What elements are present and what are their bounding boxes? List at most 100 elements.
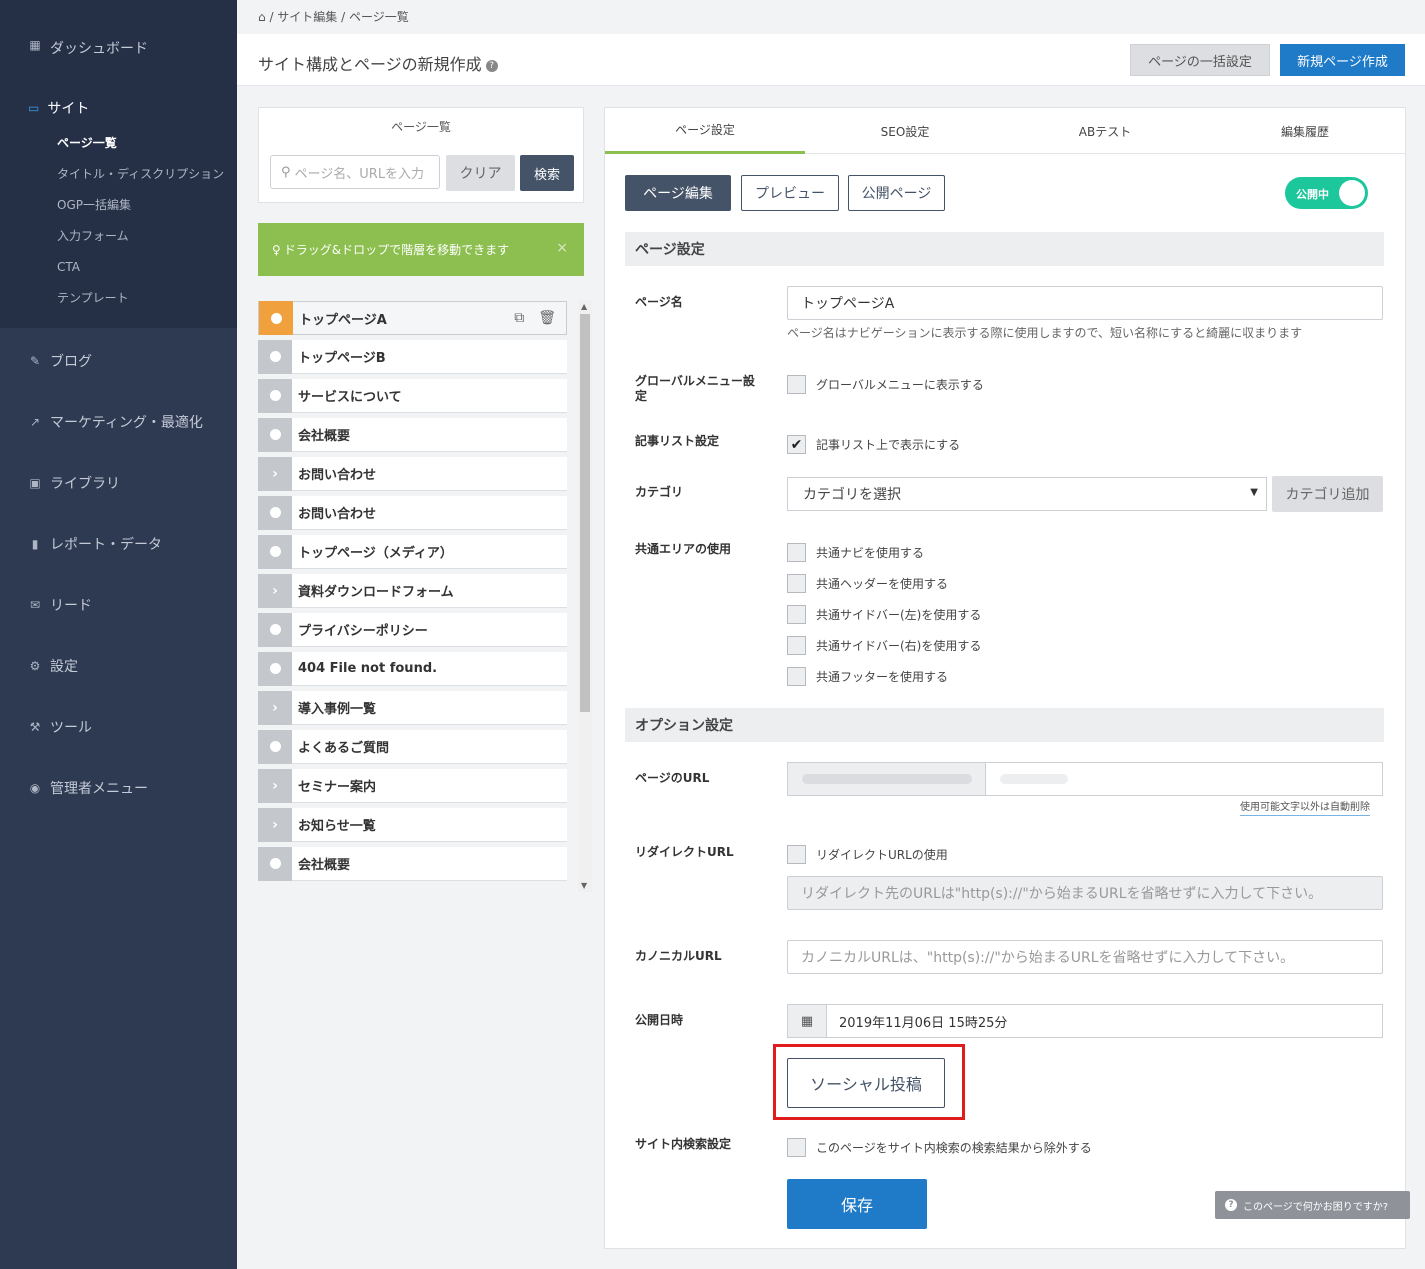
tree-row[interactable]: お問い合わせ [258, 495, 567, 530]
tree-row[interactable]: 会社概要 [258, 846, 567, 881]
tree-row[interactable]: 会社概要 [258, 417, 567, 452]
drag-handle[interactable] [258, 846, 292, 881]
tree-row[interactable]: 404 File not found. [258, 651, 567, 686]
global-menu-checkbox-row[interactable]: グローバルメニューに表示する [787, 375, 984, 394]
tab-page-settings[interactable]: ページ設定 [605, 108, 805, 154]
home-icon[interactable]: ⌂ [258, 10, 266, 24]
common-sidebar-right-checkbox-row[interactable]: 共通サイドバー(右)を使用する [787, 636, 981, 655]
drag-handle[interactable] [259, 301, 293, 335]
nav-lead[interactable]: ✉ リード [0, 574, 237, 635]
clear-button[interactable]: クリア [446, 155, 515, 191]
calendar-icon[interactable]: ▦ [788, 1005, 827, 1037]
scroll-up-icon[interactable]: ▲ [581, 302, 587, 311]
site-search-checkbox[interactable] [787, 1138, 806, 1157]
expand-handle[interactable]: › [258, 456, 292, 491]
tree-row[interactable]: トップページA ⧉ 🗑 [258, 301, 567, 335]
common-header-checkbox-row[interactable]: 共通ヘッダーを使用する [787, 574, 948, 593]
drag-handle[interactable] [258, 495, 292, 530]
scrollbar-thumb[interactable] [580, 314, 590, 712]
page-edit-button[interactable]: ページ編集 [625, 175, 731, 211]
common-nav-checkbox[interactable] [787, 543, 806, 562]
drag-handle[interactable] [258, 534, 292, 569]
global-menu-checkbox[interactable] [787, 375, 806, 394]
nav-blog[interactable]: ✎ ブログ [0, 330, 237, 391]
nav-marketing[interactable]: ↗ マーケティング・最適化 [0, 391, 237, 452]
category-select[interactable]: カテゴリを選択 ▼ [787, 477, 1267, 511]
save-button[interactable]: 保存 [787, 1179, 927, 1229]
nav-dashboard[interactable]: ▦ ダッシュボード [0, 0, 237, 76]
article-list-checkbox-row[interactable]: ✔ 記事リスト上で表示にする [787, 435, 960, 454]
page-tree-scrollbar[interactable]: ▲ ▼ [578, 300, 592, 892]
help-float-button[interactable]: ? このページで何かお困りですか? [1215, 1191, 1410, 1219]
publish-date-field[interactable]: ▦ 2019年11月06日 15時25分 [787, 1004, 1383, 1038]
drag-handle[interactable] [258, 651, 292, 686]
scroll-down-icon[interactable]: ▼ [581, 881, 587, 890]
tab-ab-test[interactable]: ABテスト [1005, 108, 1205, 154]
nav-sub-template[interactable]: テンプレート [0, 283, 237, 314]
page-name-input[interactable]: トップページA [787, 286, 1383, 320]
common-footer-checkbox-row[interactable]: 共通フッターを使用する [787, 667, 948, 686]
common-sidebar-right-checkbox[interactable] [787, 636, 806, 655]
tree-row[interactable]: よくあるご質問 [258, 729, 567, 764]
drag-handle[interactable] [258, 729, 292, 764]
copy-icon[interactable]: ⧉ [514, 310, 524, 326]
trash-icon[interactable]: 🗑 [538, 310, 556, 326]
drag-handle[interactable] [258, 417, 292, 452]
common-sidebar-left-checkbox-row[interactable]: 共通サイドバー(左)を使用する [787, 605, 981, 624]
search-button[interactable]: 検索 [520, 155, 574, 191]
redirect-url-input[interactable]: リダイレクト先のURLは"http(s)://"から始まるURLを省略せずに入力… [787, 876, 1383, 910]
page-search-input[interactable]: ⚲ ページ名、URLを入力 [270, 155, 440, 189]
nav-sub-title-description[interactable]: タイトル・ディスクリプション [0, 159, 237, 190]
site-search-checkbox-row[interactable]: このページをサイト内検索の検索結果から除外する [787, 1138, 1092, 1157]
tree-row[interactable]: › お知らせ一覧 [258, 807, 567, 842]
tree-row[interactable]: プライバシーポリシー [258, 612, 567, 647]
social-post-button[interactable]: ソーシャル投稿 [787, 1058, 945, 1108]
tree-row[interactable]: › お問い合わせ [258, 456, 567, 491]
nav-library[interactable]: ▣ ライブラリ [0, 452, 237, 513]
common-footer-checkbox[interactable] [787, 667, 806, 686]
nav-sub-ogp[interactable]: OGP一括編集 [0, 190, 237, 221]
common-nav-checkbox-row[interactable]: 共通ナビを使用する [787, 543, 924, 562]
tree-row[interactable]: トップページB [258, 339, 567, 374]
common-header-checkbox[interactable] [787, 574, 806, 593]
redirect-checkbox-row[interactable]: リダイレクトURLの使用 [787, 845, 948, 864]
drag-handle[interactable] [258, 378, 292, 413]
publish-toggle[interactable]: 公開中 [1285, 177, 1368, 209]
common-sidebar-left-checkbox[interactable] [787, 605, 806, 624]
public-page-button[interactable]: 公開ページ [848, 175, 945, 211]
tree-row[interactable]: トップページ（メディア） [258, 534, 567, 569]
tree-row[interactable]: サービスについて [258, 378, 567, 413]
nav-sub-page-list[interactable]: ページ一覧 [0, 128, 237, 159]
tree-row[interactable]: › セミナー案内 [258, 768, 567, 803]
close-icon[interactable]: × [556, 240, 568, 256]
nav-sub-forms[interactable]: 入力フォーム [0, 221, 237, 252]
redirect-checkbox[interactable] [787, 845, 806, 864]
help-icon[interactable]: ? [485, 60, 498, 72]
nav-tools[interactable]: ⚒ ツール [0, 696, 237, 757]
nav-settings[interactable]: ⚙ 設定 [0, 635, 237, 696]
expand-handle[interactable]: › [258, 768, 292, 803]
add-category-button[interactable]: カテゴリ追加 [1272, 476, 1383, 512]
publish-date-value[interactable]: 2019年11月06日 15時25分 [827, 1005, 1007, 1037]
article-list-checkbox[interactable]: ✔ [787, 435, 806, 454]
nav-report[interactable]: ▮ レポート・データ [0, 513, 237, 574]
bulk-settings-button[interactable]: ページの一括設定 [1130, 44, 1270, 76]
url-input-blurred [1000, 774, 1068, 784]
expand-handle[interactable]: › [258, 690, 292, 725]
tab-seo-settings[interactable]: SEO設定 [805, 108, 1005, 154]
page-url-input[interactable] [986, 763, 1382, 795]
nav-admin[interactable]: ◉ 管理者メニュー [0, 757, 237, 818]
nav-sub-cta[interactable]: CTA [0, 252, 237, 283]
drag-handle[interactable] [258, 339, 292, 374]
tree-row[interactable]: › 導入事例一覧 [258, 690, 567, 725]
new-page-button[interactable]: 新規ページ作成 [1280, 44, 1405, 76]
tree-row[interactable]: › 資料ダウンロードフォーム [258, 573, 567, 608]
preview-button[interactable]: プレビュー [741, 175, 839, 211]
nav-site[interactable]: ▭ サイト [0, 88, 237, 128]
tab-edit-history[interactable]: 編集履歴 [1205, 108, 1405, 154]
mail-icon: ✉ [29, 597, 41, 612]
canonical-url-input[interactable]: カノニカルURLは、"http(s)://"から始まるURLを省略せずに入力して… [787, 940, 1383, 974]
expand-handle[interactable]: › [258, 807, 292, 842]
drag-handle[interactable] [258, 612, 292, 647]
expand-handle[interactable]: › [258, 573, 292, 608]
